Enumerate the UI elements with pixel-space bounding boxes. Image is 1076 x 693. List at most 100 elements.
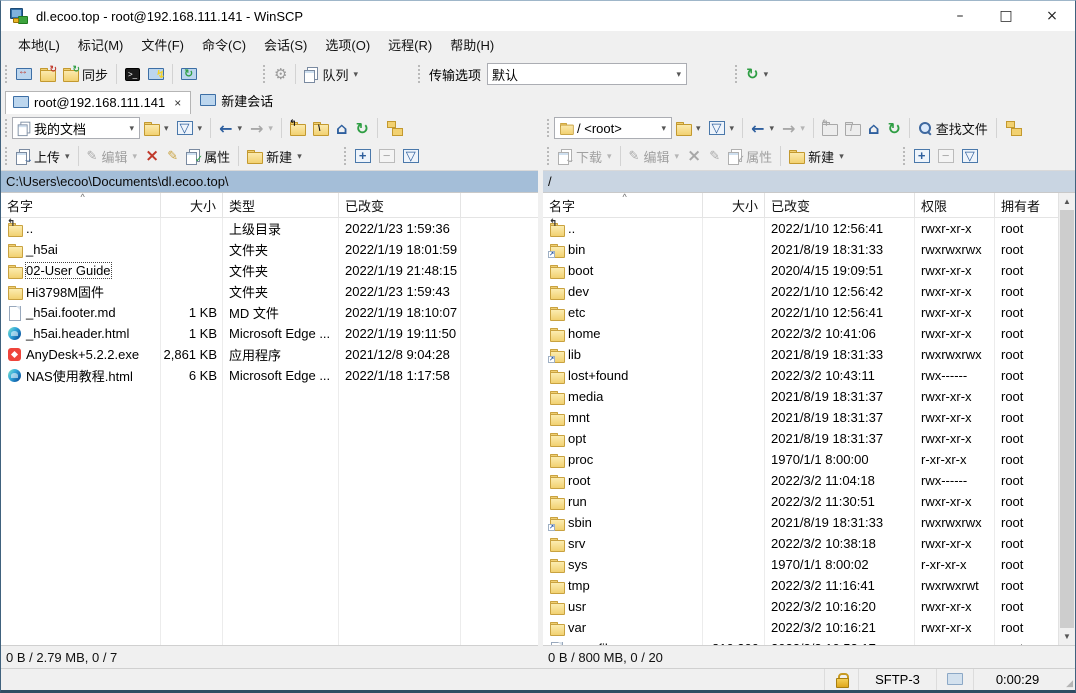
local-select-button[interactable]: +: [351, 146, 375, 166]
remote-unselect-button[interactable]: −: [934, 146, 958, 166]
console-button[interactable]: ↯: [144, 65, 168, 84]
remote-file-row[interactable]: lost+found 2022/3/2 10:43:11 rwx------ r…: [543, 365, 1058, 386]
remote-file-row[interactable]: usr 2022/3/2 10:16:20 rwxr-xr-x root: [543, 596, 1058, 617]
scrollbar-thumb[interactable]: [1060, 210, 1074, 628]
remote-file-row[interactable]: run 2022/3/2 11:30:51 rwxr-xr-x root: [543, 491, 1058, 512]
remote-file-row[interactable]: boot 2020/4/15 19:09:51 rwxr-xr-x root: [543, 260, 1058, 281]
remote-path-bar[interactable]: /: [543, 170, 1075, 192]
menu-item[interactable]: 会话(S): [255, 31, 316, 58]
menu-item[interactable]: 远程(R): [379, 31, 441, 58]
refresh-session-button[interactable]: ↻: [177, 65, 201, 84]
remote-scrollbar[interactable]: ▲ ▼: [1058, 193, 1075, 645]
remote-directory-tree-button[interactable]: [1001, 118, 1025, 138]
remote-file-row[interactable]: ↗lib 2021/8/19 18:31:33 rwxrwxrwx root: [543, 344, 1058, 365]
remote-file-row[interactable]: ↗bin 2021/8/19 18:31:33 rwxrwxrwx root: [543, 239, 1058, 260]
local-drive-combo[interactable]: 我的文档 ▾: [12, 117, 140, 139]
remote-back-button[interactable]: ←▾: [747, 116, 778, 141]
remote-file-row[interactable]: proc 1970/1/1 8:00:00 r-xr-xr-x root: [543, 449, 1058, 470]
local-properties-button[interactable]: ✓属性: [182, 144, 234, 169]
remote-edit-button[interactable]: ✎编辑▾: [625, 144, 683, 169]
remote-file-row[interactable]: dev 2022/1/10 12:56:42 rwxr-xr-x root: [543, 281, 1058, 302]
new-session-tab[interactable]: 新建会话: [193, 88, 282, 114]
remote-file-row[interactable]: mnt 2021/8/19 18:31:37 rwxr-xr-x root: [543, 407, 1058, 428]
connection-status[interactable]: [936, 669, 973, 690]
remote-directory-combo[interactable]: / <root> ▾: [554, 117, 672, 139]
local-delete-button[interactable]: ×: [141, 143, 163, 169]
local-back-button[interactable]: ←▾: [215, 116, 246, 141]
local-file-row[interactable]: ↰.. 上级目录 2022/1/23 1:59:36: [1, 218, 538, 239]
remote-filter-button[interactable]: ▽▾: [705, 118, 739, 138]
scroll-up-icon[interactable]: ▲: [1059, 193, 1075, 210]
local-home-directory-button[interactable]: ⌂: [332, 116, 351, 141]
menu-item[interactable]: 文件(F): [132, 31, 193, 58]
local-file-row[interactable]: _h5ai.header.html 1 KB Microsoft Edge ..…: [1, 323, 538, 344]
column-header-size[interactable]: 大小: [161, 193, 223, 217]
menu-item[interactable]: 本地(L): [9, 31, 69, 58]
minimize-button[interactable]: –: [937, 1, 983, 31]
maximize-button[interactable]: □: [983, 1, 1029, 31]
upload-button[interactable]: →上传▾: [12, 144, 74, 169]
column-header-type[interactable]: 类型: [223, 193, 339, 217]
resize-grip-icon[interactable]: ◢: [1061, 669, 1075, 690]
remote-home-directory-button[interactable]: ⌂: [864, 116, 883, 141]
local-select-filter-button[interactable]: ▽: [399, 146, 423, 166]
remote-new-button[interactable]: 新建▾: [785, 144, 848, 169]
remote-file-row[interactable]: srv 2022/3/2 10:38:18 rwxr-xr-x root: [543, 533, 1058, 554]
local-file-row[interactable]: NAS使用教程.html 6 KB Microsoft Edge ... 202…: [1, 365, 538, 386]
close-button[interactable]: ×: [1029, 1, 1075, 31]
local-file-row[interactable]: AnyDesk+5.2.2.exe 2,861 KB 应用程序 2021/12/…: [1, 344, 538, 365]
commit-changes-button[interactable]: ↻: [36, 65, 59, 84]
open-terminal-button[interactable]: >_: [121, 65, 144, 84]
session-tab[interactable]: root@192.168.111.141 ×: [5, 91, 191, 114]
remote-select-button[interactable]: +: [910, 146, 934, 166]
local-parent-directory-button[interactable]: ↰: [286, 119, 309, 138]
remote-file-row[interactable]: home 2022/3/2 10:41:06 rwxr-xr-x root: [543, 323, 1058, 344]
remote-open-directory-button[interactable]: ▾: [672, 119, 705, 138]
local-file-row[interactable]: _h5ai 文件夹 2022/1/19 18:01:59: [1, 239, 538, 260]
remote-file-row[interactable]: sys 1970/1/1 8:00:02 r-xr-xr-x root: [543, 554, 1058, 575]
local-unselect-button[interactable]: −: [375, 146, 399, 166]
local-edit-button[interactable]: ✎编辑▾: [83, 144, 141, 169]
remote-delete-button[interactable]: ×: [683, 143, 705, 169]
download-button[interactable]: ←下载▾: [554, 144, 616, 169]
remote-file-row[interactable]: var 2022/3/2 10:16:21 rwxr-xr-x root: [543, 617, 1058, 638]
compare-directories-button[interactable]: ↔: [12, 65, 36, 84]
menu-item[interactable]: 帮助(H): [441, 31, 503, 58]
protocol-status[interactable]: SFTP-3: [858, 669, 936, 690]
remote-file-row[interactable]: ↰.. 2022/1/10 12:56:41 rwxr-xr-x root: [543, 218, 1058, 239]
menu-item[interactable]: 标记(M): [69, 31, 133, 58]
queue-button[interactable]: 队列▾: [300, 62, 362, 87]
remote-file-row[interactable]: root 2022/3/2 11:04:18 rwx------ root: [543, 470, 1058, 491]
local-file-row[interactable]: _h5ai.footer.md 1 KB MD 文件 2022/1/19 18:…: [1, 302, 538, 323]
preferences-button[interactable]: ⚙: [270, 62, 291, 86]
local-file-row[interactable]: Hi3798M固件 文件夹 2022/1/23 1:59:43: [1, 281, 538, 302]
find-files-button[interactable]: 查找文件: [914, 116, 992, 141]
column-header-changed[interactable]: 已改变: [339, 193, 461, 217]
remote-file-row[interactable]: etc 2022/1/10 12:56:41 rwxr-xr-x root: [543, 302, 1058, 323]
column-header-name[interactable]: 名字^: [1, 193, 161, 217]
local-directory-tree-button[interactable]: [382, 118, 406, 138]
remote-root-directory-button[interactable]: /: [841, 119, 864, 138]
column-header-permissions[interactable]: 权限: [915, 193, 995, 217]
local-new-button[interactable]: 新建▾: [243, 144, 306, 169]
transfer-settings-combo[interactable]: 默认 ▾: [487, 63, 687, 85]
column-header-owner[interactable]: 拥有者: [995, 193, 1058, 217]
local-path-bar[interactable]: C:\Users\ecoo\Documents\dl.ecoo.top\: [1, 170, 538, 192]
remote-file-row[interactable]: swapfile 810,200 2022/3/2 10:52:17 rw---…: [543, 638, 1058, 645]
remote-properties-button[interactable]: ✓属性: [724, 144, 776, 169]
remote-select-filter-button[interactable]: ▽: [958, 146, 982, 166]
column-header-size[interactable]: 大小: [703, 193, 765, 217]
transfer-mode-button[interactable]: ↻▾: [742, 62, 772, 86]
menu-item[interactable]: 选项(O): [316, 31, 379, 58]
column-header-changed[interactable]: 已改变: [765, 193, 915, 217]
close-session-icon[interactable]: ×: [174, 96, 181, 110]
local-rename-button[interactable]: ✎: [163, 146, 182, 167]
remote-parent-directory-button[interactable]: ↰: [818, 119, 841, 138]
scroll-down-icon[interactable]: ▼: [1059, 628, 1075, 645]
local-refresh-button[interactable]: ↻: [351, 116, 372, 141]
menu-item[interactable]: 命令(C): [193, 31, 255, 58]
remote-refresh-button[interactable]: ↻: [883, 116, 904, 141]
remote-forward-button[interactable]: →▾: [778, 116, 809, 141]
local-filter-button[interactable]: ▽▾: [173, 118, 207, 138]
remote-rename-button[interactable]: ✎: [705, 146, 724, 167]
